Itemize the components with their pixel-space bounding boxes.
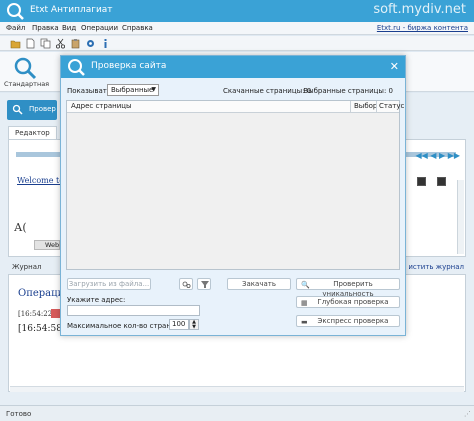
grid-header: Адрес страницы Выбор Статус bbox=[67, 101, 404, 113]
dialog-title-bar[interactable]: Проверка сайта ✕ bbox=[61, 56, 405, 78]
app-logo-icon bbox=[7, 3, 24, 20]
deep-check-label: Глубокая проверка bbox=[317, 298, 389, 306]
watermark: soft.mydiv.net bbox=[373, 2, 466, 17]
download-label: Закачать bbox=[242, 280, 276, 288]
site-check-dialog: Проверка сайта ✕ Показывать: Выбранные ▼… bbox=[60, 55, 406, 336]
paste-icon[interactable] bbox=[70, 38, 81, 49]
resize-grip-icon[interactable]: ⋰ bbox=[464, 410, 472, 418]
title-bar: Etxt Антиплагиат soft.mydiv.net bbox=[0, 0, 474, 22]
web-chip-label: Web bbox=[45, 241, 60, 249]
load-from-file-button[interactable]: Загрузить из файла... bbox=[67, 278, 151, 290]
search-icon: 🔍 bbox=[301, 281, 310, 289]
pages-grid[interactable]: Адрес страницы Выбор Статус bbox=[66, 100, 404, 270]
max-pages-input[interactable]: 100 bbox=[169, 319, 189, 330]
check-uniqueness-button[interactable]: 🔍 Проверить уникальность bbox=[296, 278, 400, 298]
dialog-logo-icon bbox=[68, 59, 85, 76]
filter-icon bbox=[201, 281, 209, 288]
column-separator bbox=[350, 101, 351, 113]
menu-operations[interactable]: Операции bbox=[81, 24, 118, 32]
ribbon-standard-label: Стандартная bbox=[4, 80, 50, 88]
max-pages-stepper[interactable]: ▲ ▼ bbox=[189, 319, 199, 330]
show-select-value: Выбранные bbox=[111, 86, 154, 94]
web-chip[interactable]: Web bbox=[34, 240, 60, 250]
settings-icon[interactable] bbox=[85, 38, 96, 49]
downloaded-pages: Скачанные страницы: 0 bbox=[223, 87, 312, 95]
status-text: Готово bbox=[6, 410, 32, 418]
column-header-address[interactable]: Адрес страницы bbox=[71, 102, 132, 112]
column-header-status[interactable]: Статус bbox=[379, 102, 404, 112]
check-button[interactable]: Провер bbox=[7, 100, 57, 120]
scissors-icon[interactable] bbox=[55, 38, 66, 49]
search-icon bbox=[12, 104, 23, 115]
show-select[interactable]: Выбранные ▼ bbox=[107, 84, 159, 96]
load-from-file-label: Загрузить из файла... bbox=[68, 280, 150, 288]
column-header-select[interactable]: Выбор bbox=[354, 102, 377, 112]
column-separator bbox=[376, 101, 377, 113]
download-button[interactable]: Закачать bbox=[227, 278, 291, 290]
menu-edit[interactable]: Правка bbox=[32, 24, 59, 32]
toolbar bbox=[0, 36, 474, 51]
check-button-label: Провер bbox=[29, 105, 56, 113]
info-icon[interactable] bbox=[100, 38, 111, 49]
chevron-down-icon: ▼ bbox=[151, 86, 156, 93]
editor-nav-arrows-icon[interactable]: ◀◀ ◀ ▶ ▶▶ bbox=[415, 151, 460, 160]
menu-bar: Файл Правка Вид Операции Справка Etxt.ru… bbox=[0, 22, 474, 35]
menu-help[interactable]: Справка bbox=[122, 24, 153, 32]
log-line-2: [16:54:58] bbox=[18, 324, 66, 334]
selected-pages: Выбранные страницы: 0 bbox=[303, 87, 393, 95]
magnifier-icon bbox=[14, 57, 37, 80]
log-line-1: [16:54:22] bbox=[18, 310, 55, 318]
journal-scrollbar[interactable] bbox=[10, 386, 464, 392]
image-icon[interactable] bbox=[417, 177, 426, 186]
image-icon-2[interactable] bbox=[437, 177, 446, 186]
filter-button[interactable] bbox=[197, 278, 211, 290]
dialog-title: Проверка сайта bbox=[91, 61, 167, 71]
app-title: Etxt Антиплагиат bbox=[30, 5, 113, 15]
etxt-link[interactable]: Etxt.ru - биржа контента bbox=[377, 24, 468, 32]
sitemap-icon bbox=[182, 281, 191, 289]
ribbon-standard[interactable]: Стандартная bbox=[4, 54, 50, 90]
tab-journal[interactable]: Журнал bbox=[12, 263, 41, 271]
copy-icon[interactable] bbox=[40, 38, 51, 49]
address-input[interactable] bbox=[67, 305, 200, 316]
max-pages-label: Максимальное кол-во страниц: bbox=[67, 322, 183, 330]
sitemap-button[interactable] bbox=[179, 278, 193, 290]
express-check-button[interactable]: ▬ Экспресс проверка bbox=[296, 315, 400, 327]
express-check-label: Экспресс проверка bbox=[317, 317, 389, 325]
editor-scrollbar[interactable] bbox=[457, 180, 464, 254]
folder-open-icon[interactable] bbox=[10, 38, 21, 49]
new-document-icon[interactable] bbox=[25, 38, 36, 49]
editor-text: А( bbox=[14, 221, 27, 234]
menu-file[interactable]: Файл bbox=[6, 24, 25, 32]
clear-journal-link[interactable]: истить журнал bbox=[408, 263, 464, 271]
close-icon[interactable]: ✕ bbox=[390, 60, 399, 73]
deep-check-icon: ▦ bbox=[301, 299, 308, 307]
address-label: Укажите адрес: bbox=[67, 296, 126, 304]
deep-check-button[interactable]: ▦ Глубокая проверка bbox=[296, 296, 400, 308]
menu-view[interactable]: Вид bbox=[62, 24, 76, 32]
status-bar: Готово ⋰ bbox=[0, 405, 474, 421]
tab-editor[interactable]: Редактор bbox=[8, 126, 57, 139]
car-icon: ▬ bbox=[301, 318, 308, 326]
